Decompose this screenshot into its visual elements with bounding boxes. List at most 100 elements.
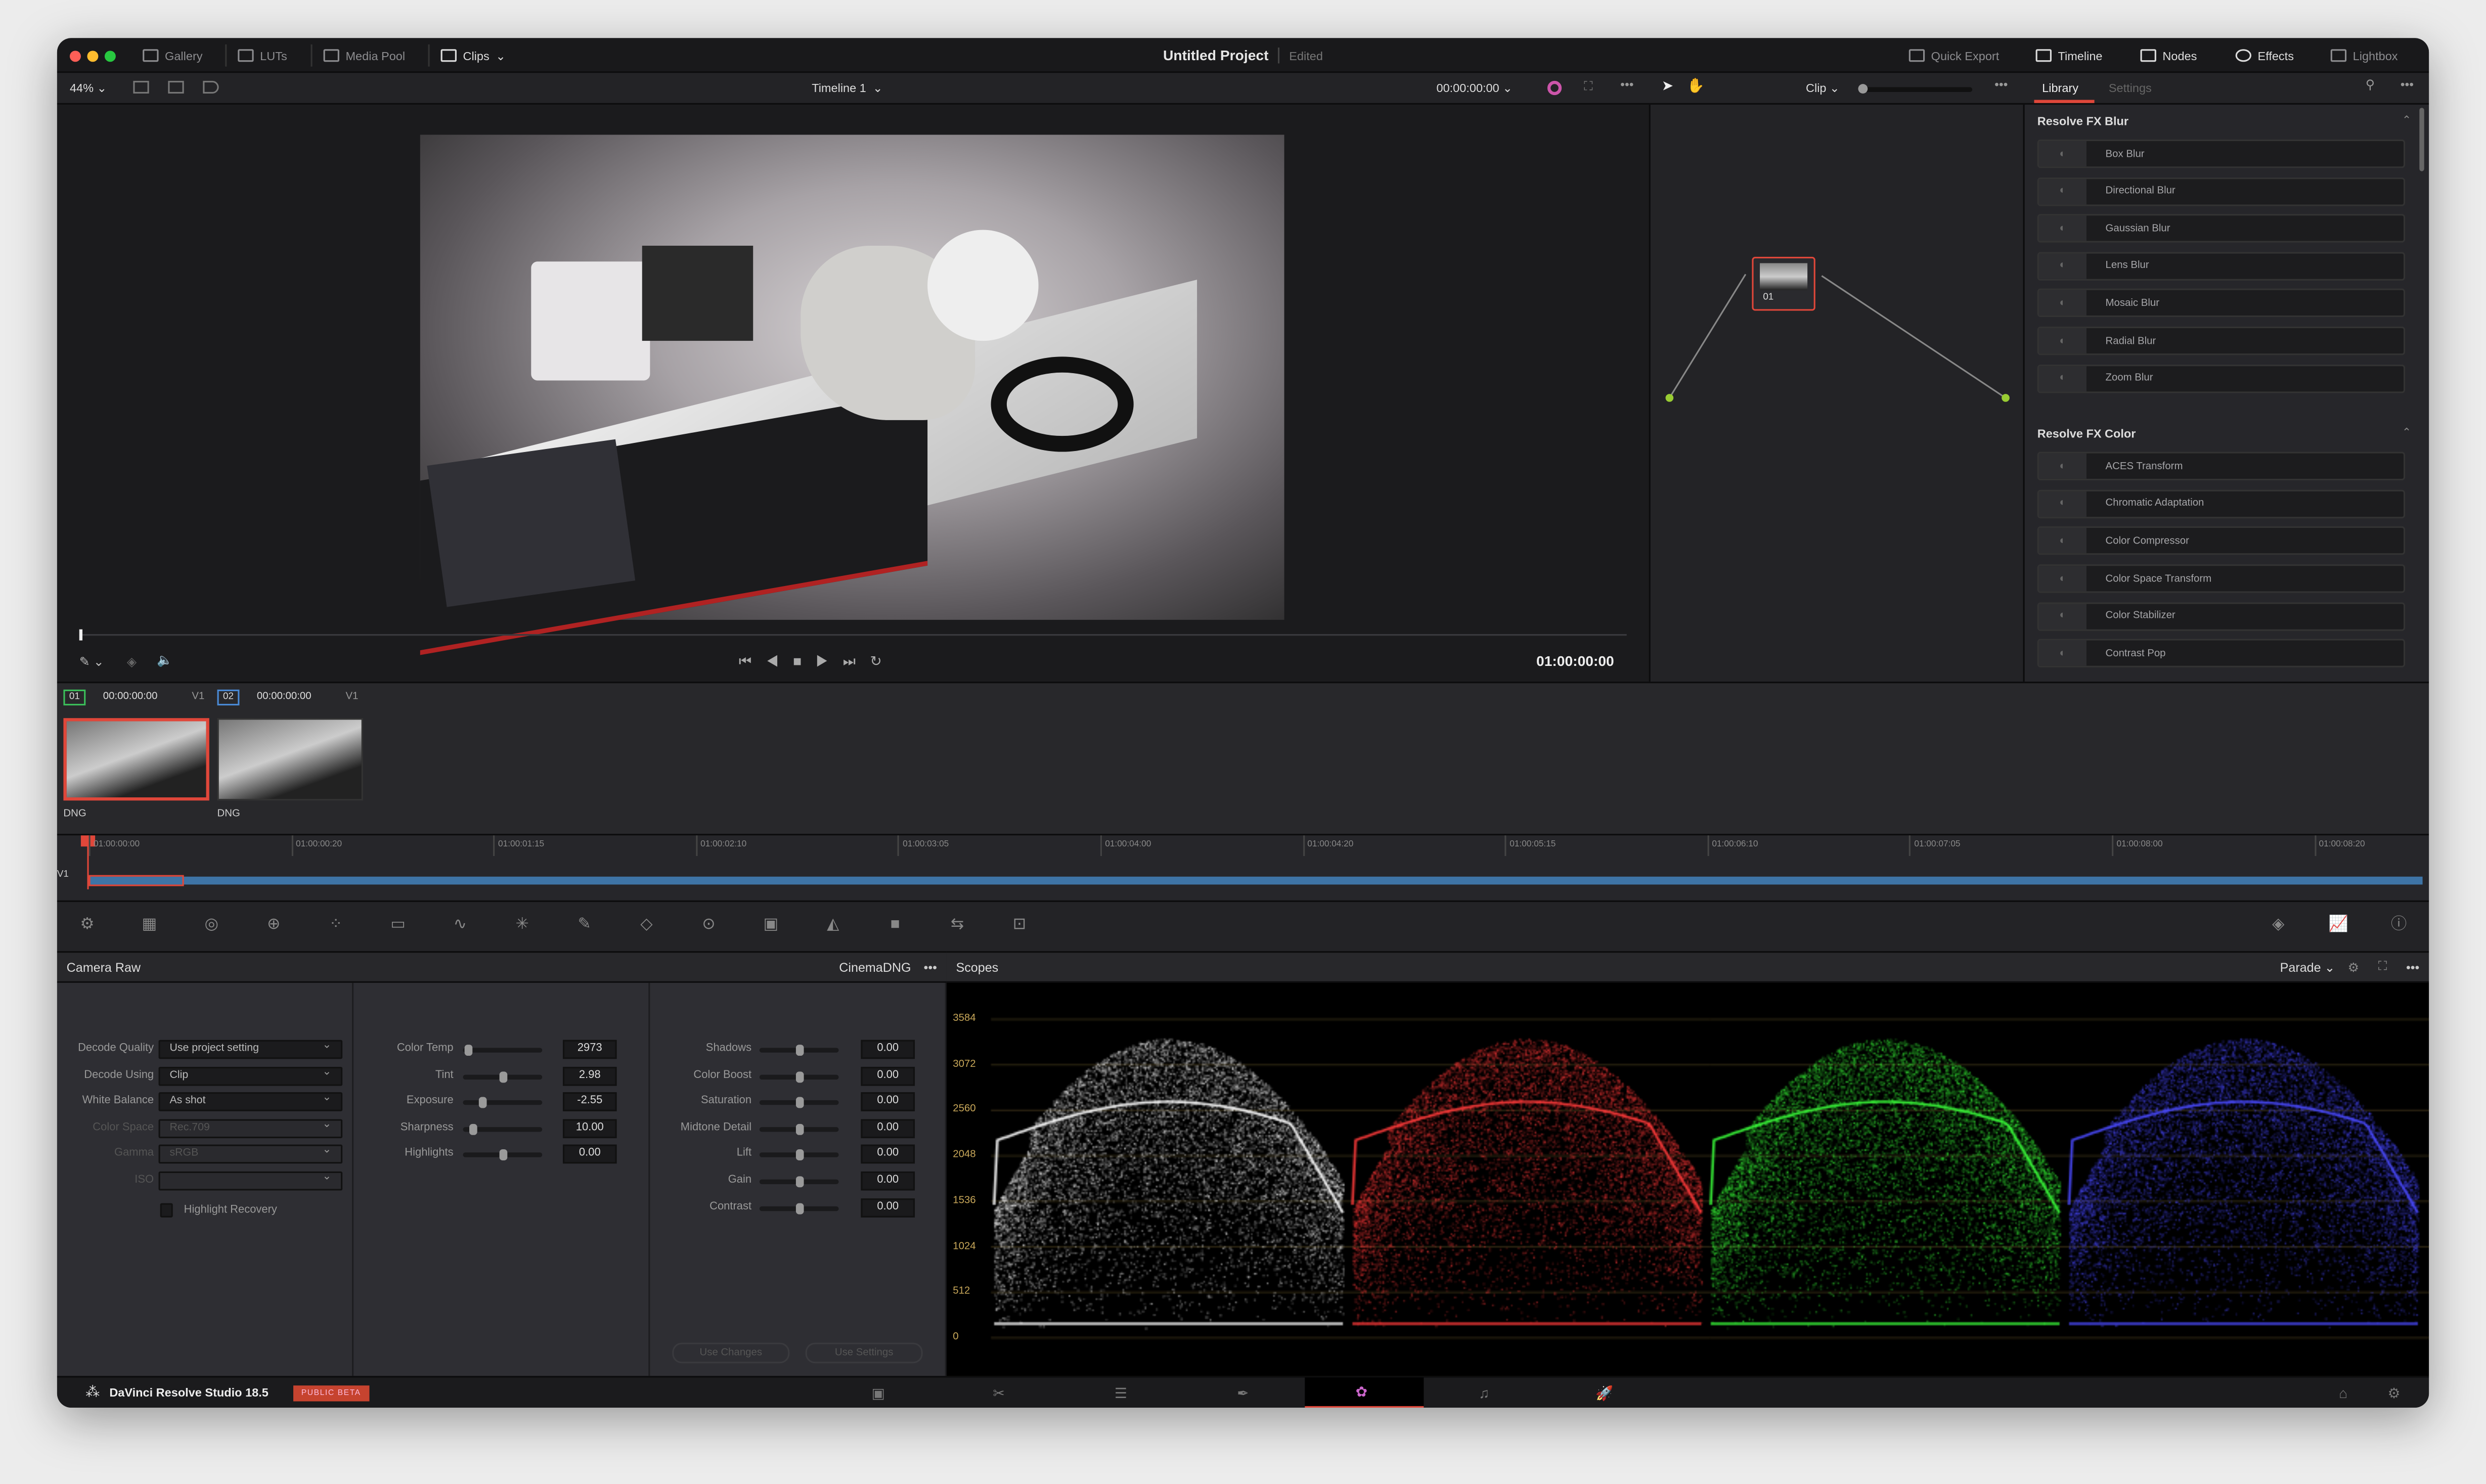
library-section-title[interactable]: Resolve FX Blur	[2037, 114, 2128, 128]
slider-value[interactable]: 0.00	[861, 1171, 915, 1191]
volume-icon[interactable]: 🔈	[157, 653, 172, 667]
mini-timeline[interactable]: V1 01:00:00:00 01:00:00:20 01:00:01:15 01:0…	[57, 834, 2429, 901]
settings-icon[interactable]: ⚙	[2384, 1384, 2404, 1403]
camera-raw-icon[interactable]: ⚙	[76, 915, 98, 937]
tab-gallery[interactable]: Gallery	[143, 38, 203, 73]
node-editor[interactable]: 01	[1649, 104, 2023, 682]
adjust-slider[interactable]	[759, 1123, 839, 1135]
lightbox-toggle-icon[interactable]: ◈	[2267, 915, 2289, 937]
use-changes-button[interactable]: Use Changes	[672, 1342, 790, 1364]
adjust-slider[interactable]	[463, 1045, 543, 1056]
page-fusion-icon[interactable]: ✒	[1233, 1384, 1253, 1403]
effect-item[interactable]: ◐ Directional Blur	[2037, 176, 2406, 206]
adjust-slider[interactable]	[759, 1150, 839, 1161]
slider-value[interactable]: 0.00	[861, 1145, 915, 1164]
collapse-icon[interactable]: ⌃	[2402, 114, 2411, 127]
adjust-slider[interactable]	[759, 1097, 839, 1109]
layers-icon[interactable]: ◈	[127, 655, 137, 669]
hand-icon[interactable]: ✋	[1687, 78, 1705, 95]
node-mode-select[interactable]: Clip ⌄	[1806, 81, 1840, 95]
scrubber[interactable]	[79, 629, 1627, 641]
pointer-icon[interactable]: ➤	[1662, 78, 1674, 95]
zoom-window-button[interactable]	[104, 51, 116, 62]
scope-settings-icon[interactable]: ⚙	[2348, 960, 2359, 974]
transport-controls[interactable]: ⏮◀■▶⏭↻	[739, 653, 896, 670]
adjust-slider[interactable]	[463, 1097, 543, 1109]
tab-settings[interactable]: Settings	[2109, 81, 2152, 95]
tab-effects[interactable]: Effects	[2235, 38, 2294, 73]
effect-item[interactable]: ◐ Chromatic Adaptation	[2037, 489, 2406, 518]
effect-item[interactable]: ◐ Box Blur	[2037, 139, 2406, 168]
page-media-icon[interactable]: ▣	[869, 1384, 888, 1403]
library-section-title[interactable]: Resolve FX Color	[2037, 427, 2136, 441]
picker-icon[interactable]: ✎ ⌄	[79, 655, 104, 669]
tab-nodes[interactable]: Nodes	[2140, 38, 2197, 73]
node-options-icon[interactable]: •••	[1994, 78, 2008, 92]
effect-item[interactable]: ◐ ACES Transform	[2037, 452, 2406, 481]
effect-item[interactable]: ◐ Lens Blur	[2037, 251, 2406, 281]
decode-select[interactable]: sRGB	[158, 1144, 343, 1164]
timeline-select[interactable]: Timeline 1 ⌄	[812, 81, 882, 95]
color-wheels-icon[interactable]: ◎	[200, 915, 223, 937]
effect-item[interactable]: ◐ Radial Blur	[2037, 326, 2406, 355]
blur-icon[interactable]: ◭	[822, 915, 844, 937]
slider-value[interactable]: -2.55	[562, 1092, 617, 1112]
raw-options-icon[interactable]: •••	[924, 960, 937, 974]
highlight-recovery-checkbox[interactable]	[160, 1203, 173, 1218]
rgb-mixer-icon[interactable]: ⁘	[325, 915, 347, 937]
effect-item[interactable]: ◐ Color Stabilizer	[2037, 602, 2406, 631]
adjust-slider[interactable]	[463, 1150, 543, 1161]
color-warper-icon[interactable]: ✳	[511, 915, 534, 937]
page-color-active[interactable]: ✿	[1305, 1377, 1424, 1408]
fullscreen-icon[interactable]: ⛶	[1584, 79, 1593, 95]
node-zoom-slider[interactable]	[1858, 84, 1973, 94]
minimize-window-button[interactable]	[87, 51, 99, 62]
3d-icon[interactable]: ⊡	[1008, 915, 1031, 937]
hdr-icon[interactable]: ⊕	[262, 915, 285, 937]
layout-icon[interactable]	[133, 80, 149, 94]
effect-item[interactable]: ◐ Gaussian Blur	[2037, 214, 2406, 243]
slider-value[interactable]: 0.00	[861, 1092, 915, 1112]
node-01[interactable]: 01	[1752, 256, 1815, 311]
sizing-icon[interactable]: ⇆	[946, 915, 968, 937]
search-icon[interactable]: ⚲	[2366, 78, 2375, 92]
timeline-selected-clip[interactable]	[88, 875, 184, 886]
slider-value[interactable]: 0.00	[861, 1118, 915, 1138]
wipe-icon[interactable]	[203, 80, 219, 94]
curves-icon[interactable]: ∿	[449, 915, 471, 937]
close-window-button[interactable]	[69, 51, 81, 62]
color-match-icon[interactable]: ▦	[138, 915, 160, 937]
page-cut-icon[interactable]: ✂	[989, 1384, 1008, 1403]
decode-select[interactable]: Clip	[158, 1065, 343, 1086]
key-icon[interactable]: ■	[884, 915, 906, 937]
effect-item[interactable]: ◐ Zoom Blur	[2037, 364, 2406, 393]
scope-options-icon[interactable]: •••	[2406, 960, 2419, 974]
decode-select[interactable]: As shot	[158, 1091, 343, 1112]
tracker-icon[interactable]: ⊙	[697, 915, 720, 937]
slider-value[interactable]: 0.00	[861, 1040, 915, 1059]
adjust-slider[interactable]	[759, 1202, 839, 1214]
adjust-slider[interactable]	[463, 1071, 543, 1083]
slider-value[interactable]: 0.00	[861, 1197, 915, 1217]
clip-thumbnail[interactable]	[63, 718, 209, 801]
effect-item[interactable]: ◐ Contrast Pop	[2037, 639, 2406, 668]
slider-value[interactable]: 0.00	[562, 1145, 617, 1164]
magic-mask-icon[interactable]: ▣	[760, 915, 782, 937]
effect-item[interactable]: ◐ Color Compressor	[2037, 527, 2406, 556]
collapse-icon[interactable]: ⌃	[2402, 427, 2411, 439]
tab-media-pool[interactable]: Media Pool	[323, 38, 405, 73]
page-fairlight-icon[interactable]: ♫	[1475, 1384, 1494, 1403]
split-icon[interactable]	[168, 80, 184, 94]
effect-item[interactable]: ◐ Color Space Transform	[2037, 564, 2406, 593]
tab-library[interactable]: Library	[2042, 81, 2078, 95]
tab-timeline[interactable]: Timeline	[2035, 38, 2103, 73]
clip-thumbnail[interactable]	[217, 718, 363, 801]
decode-select[interactable]: Rec.709	[158, 1117, 343, 1138]
slider-value[interactable]: 2.98	[562, 1066, 617, 1086]
slider-value[interactable]: 0.00	[861, 1066, 915, 1086]
qualifier-icon[interactable]: ✎	[573, 915, 596, 937]
highlight-icon[interactable]	[1547, 80, 1562, 96]
zoom-select[interactable]: 44% ⌄	[70, 81, 107, 95]
page-edit-icon[interactable]: ☰	[1112, 1384, 1131, 1403]
slider-value[interactable]: 2973	[562, 1040, 617, 1059]
